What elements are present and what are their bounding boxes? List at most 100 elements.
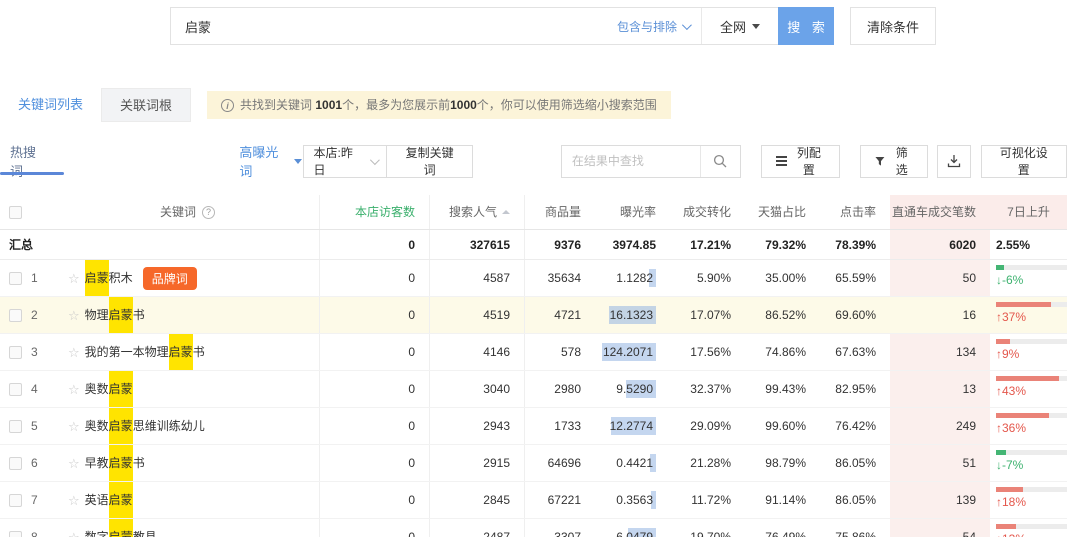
header-ctr[interactable]: 点击率 (820, 195, 890, 229)
keyword-text: 书 (133, 445, 145, 481)
trend-percent: 9% (1002, 347, 1019, 361)
row-checkbox[interactable] (9, 383, 22, 396)
column-config-button[interactable]: 列配置 (761, 145, 840, 178)
product-count-value: 4721 (525, 297, 595, 333)
row-checkbox[interactable] (9, 531, 22, 537)
table-row: 8 ☆ 数字启蒙教具 0 2487 3307 6.0479 19.70% 76.… (0, 519, 1067, 537)
trend-percent: 18% (1002, 495, 1026, 509)
star-icon[interactable]: ☆ (68, 445, 80, 481)
header-seven-day-rise[interactable]: 7日上升 (990, 195, 1067, 229)
filter-button[interactable]: 筛选 (860, 145, 927, 178)
keyword-text: 我的第一本物理 (85, 334, 169, 370)
row-checkbox[interactable] (9, 457, 22, 470)
summary-tmall-share: 79.32% (745, 230, 820, 259)
search-button[interactable]: 搜 索 (778, 7, 834, 45)
header-keyword: 关键词 ? (56, 195, 320, 229)
product-count-value: 35634 (525, 260, 595, 296)
exposure-rate-value: 9.5290 (615, 380, 656, 398)
summary-shop-visitors: 0 (320, 230, 430, 259)
ztc-orders-value: 50 (890, 260, 990, 296)
result-search-box (561, 145, 741, 178)
sort-icon[interactable] (502, 210, 510, 216)
row-checkbox[interactable] (9, 420, 22, 433)
keyword-text: 教具 (133, 519, 157, 537)
keyword-match-highlight: 启蒙 (169, 334, 193, 370)
seven-day-rise-cell: ↑13% (990, 519, 1067, 537)
keyword-text: 早教 (85, 445, 109, 481)
table-body: 1 ☆ 启蒙积木 品牌词 0 4587 35634 1.1282 5.90% 3… (0, 260, 1067, 537)
visual-settings-button[interactable]: 可视化设置 (981, 145, 1067, 178)
keyword-text: 物理 (85, 297, 109, 333)
header-product-count[interactable]: 商品量 (525, 195, 595, 229)
ctr-value: 75.86% (820, 519, 890, 537)
header-search-popularity[interactable]: 搜索人气 (430, 195, 525, 229)
download-button[interactable] (937, 145, 972, 178)
row-index: 8 (31, 519, 38, 537)
conversion-value: 17.56% (670, 334, 745, 370)
tab-related-roots[interactable]: 关联词根 (101, 88, 191, 122)
star-icon[interactable]: ☆ (68, 297, 80, 333)
header-conversion[interactable]: 成交转化 (670, 195, 745, 229)
header-tmall-share[interactable]: 天猫占比 (745, 195, 820, 229)
row-checkbox[interactable] (9, 309, 22, 322)
trend-percent: 43% (1002, 384, 1026, 398)
shop-visitors-value: 0 (320, 260, 430, 296)
keyword-cell: ☆ 启蒙积木 品牌词 (56, 260, 320, 296)
header-exposure-rate[interactable]: 曝光率 (595, 195, 670, 229)
keyword-cell: ☆ 奥数启蒙思维训练幼儿 (56, 408, 320, 444)
search-bar: 包含与排除 全网 搜 索 清除条件 (0, 0, 1067, 60)
trend-bar-fill (996, 339, 1010, 344)
conversion-value: 17.07% (670, 297, 745, 333)
header-ztc-orders[interactable]: 直通车成交笔数 (890, 195, 990, 229)
product-count-value: 2980 (525, 371, 595, 407)
period-select[interactable]: 本店:昨日 (303, 145, 387, 178)
tmall-share-value: 91.14% (745, 482, 820, 518)
exposure-rate-value: 12.2774 (609, 417, 656, 435)
keyword-text: 积木 (109, 260, 133, 296)
star-icon[interactable]: ☆ (68, 334, 80, 370)
exposure-filter-dropdown[interactable]: 高曝光词 (239, 142, 302, 180)
question-icon[interactable]: ? (202, 206, 215, 219)
header-shop-visitors[interactable]: 本店访客数 (320, 195, 430, 229)
star-icon[interactable]: ☆ (68, 260, 80, 296)
row-checkbox[interactable] (9, 346, 22, 359)
row-index: 5 (31, 408, 38, 445)
active-tab-underline (0, 172, 64, 175)
ctr-value: 82.95% (820, 371, 890, 407)
ctr-value: 67.63% (820, 334, 890, 370)
keyword-match-highlight: 启蒙 (109, 371, 133, 407)
include-exclude-label: 包含与排除 (617, 18, 677, 35)
keyword-match-highlight: 启蒙 (109, 297, 133, 333)
copy-keywords-button[interactable]: 复制关键词 (386, 145, 472, 178)
keyword-text: 数字 (85, 519, 109, 537)
search-icon[interactable] (700, 146, 740, 177)
conversion-value: 11.72% (670, 482, 745, 518)
seven-day-rise-cell: ↑37% (990, 297, 1067, 324)
shop-visitors-value: 0 (320, 297, 430, 333)
star-icon[interactable]: ☆ (68, 519, 80, 537)
row-checkbox[interactable] (9, 494, 22, 507)
seven-day-rise-cell: ↓-7% (990, 445, 1067, 472)
select-all-checkbox[interactable] (9, 206, 22, 219)
scope-dropdown[interactable]: 全网 (701, 8, 778, 44)
include-exclude-link[interactable]: 包含与排除 (617, 18, 689, 35)
search-popularity-value: 4587 (430, 260, 525, 296)
exposure-rate-value: 0.4421 (615, 454, 656, 472)
result-count-notice: i 共找到关键词 1001个，最多为您展示前1000个，你可以使用筛选缩小搜索范… (207, 91, 671, 119)
star-icon[interactable]: ☆ (68, 482, 80, 518)
ztc-orders-value: 51 (890, 445, 990, 481)
summary-row: 汇总 0 327615 9376 3974.85 17.21% 79.32% 7… (0, 230, 1067, 260)
tab-keyword-list[interactable]: 关键词列表 (0, 88, 101, 122)
result-search-input[interactable] (562, 154, 700, 168)
hot-words-tab[interactable]: 热搜词 (10, 142, 47, 180)
trend-bar-track (996, 265, 1067, 270)
table-row: 2 ☆ 物理启蒙书 0 4519 4721 16.1323 17.07% 86.… (0, 297, 1067, 334)
row-checkbox[interactable] (9, 272, 22, 285)
star-icon[interactable]: ☆ (68, 371, 80, 407)
clear-conditions-button[interactable]: 清除条件 (850, 7, 936, 45)
keyword-search-input[interactable] (171, 19, 541, 34)
table-row: 1 ☆ 启蒙积木 品牌词 0 4587 35634 1.1282 5.90% 3… (0, 260, 1067, 297)
tmall-share-value: 99.43% (745, 371, 820, 407)
star-icon[interactable]: ☆ (68, 408, 80, 444)
table-toolbar: 热搜词 高曝光词 本店:昨日 复制关键词 列配置 筛选 (0, 142, 1067, 188)
